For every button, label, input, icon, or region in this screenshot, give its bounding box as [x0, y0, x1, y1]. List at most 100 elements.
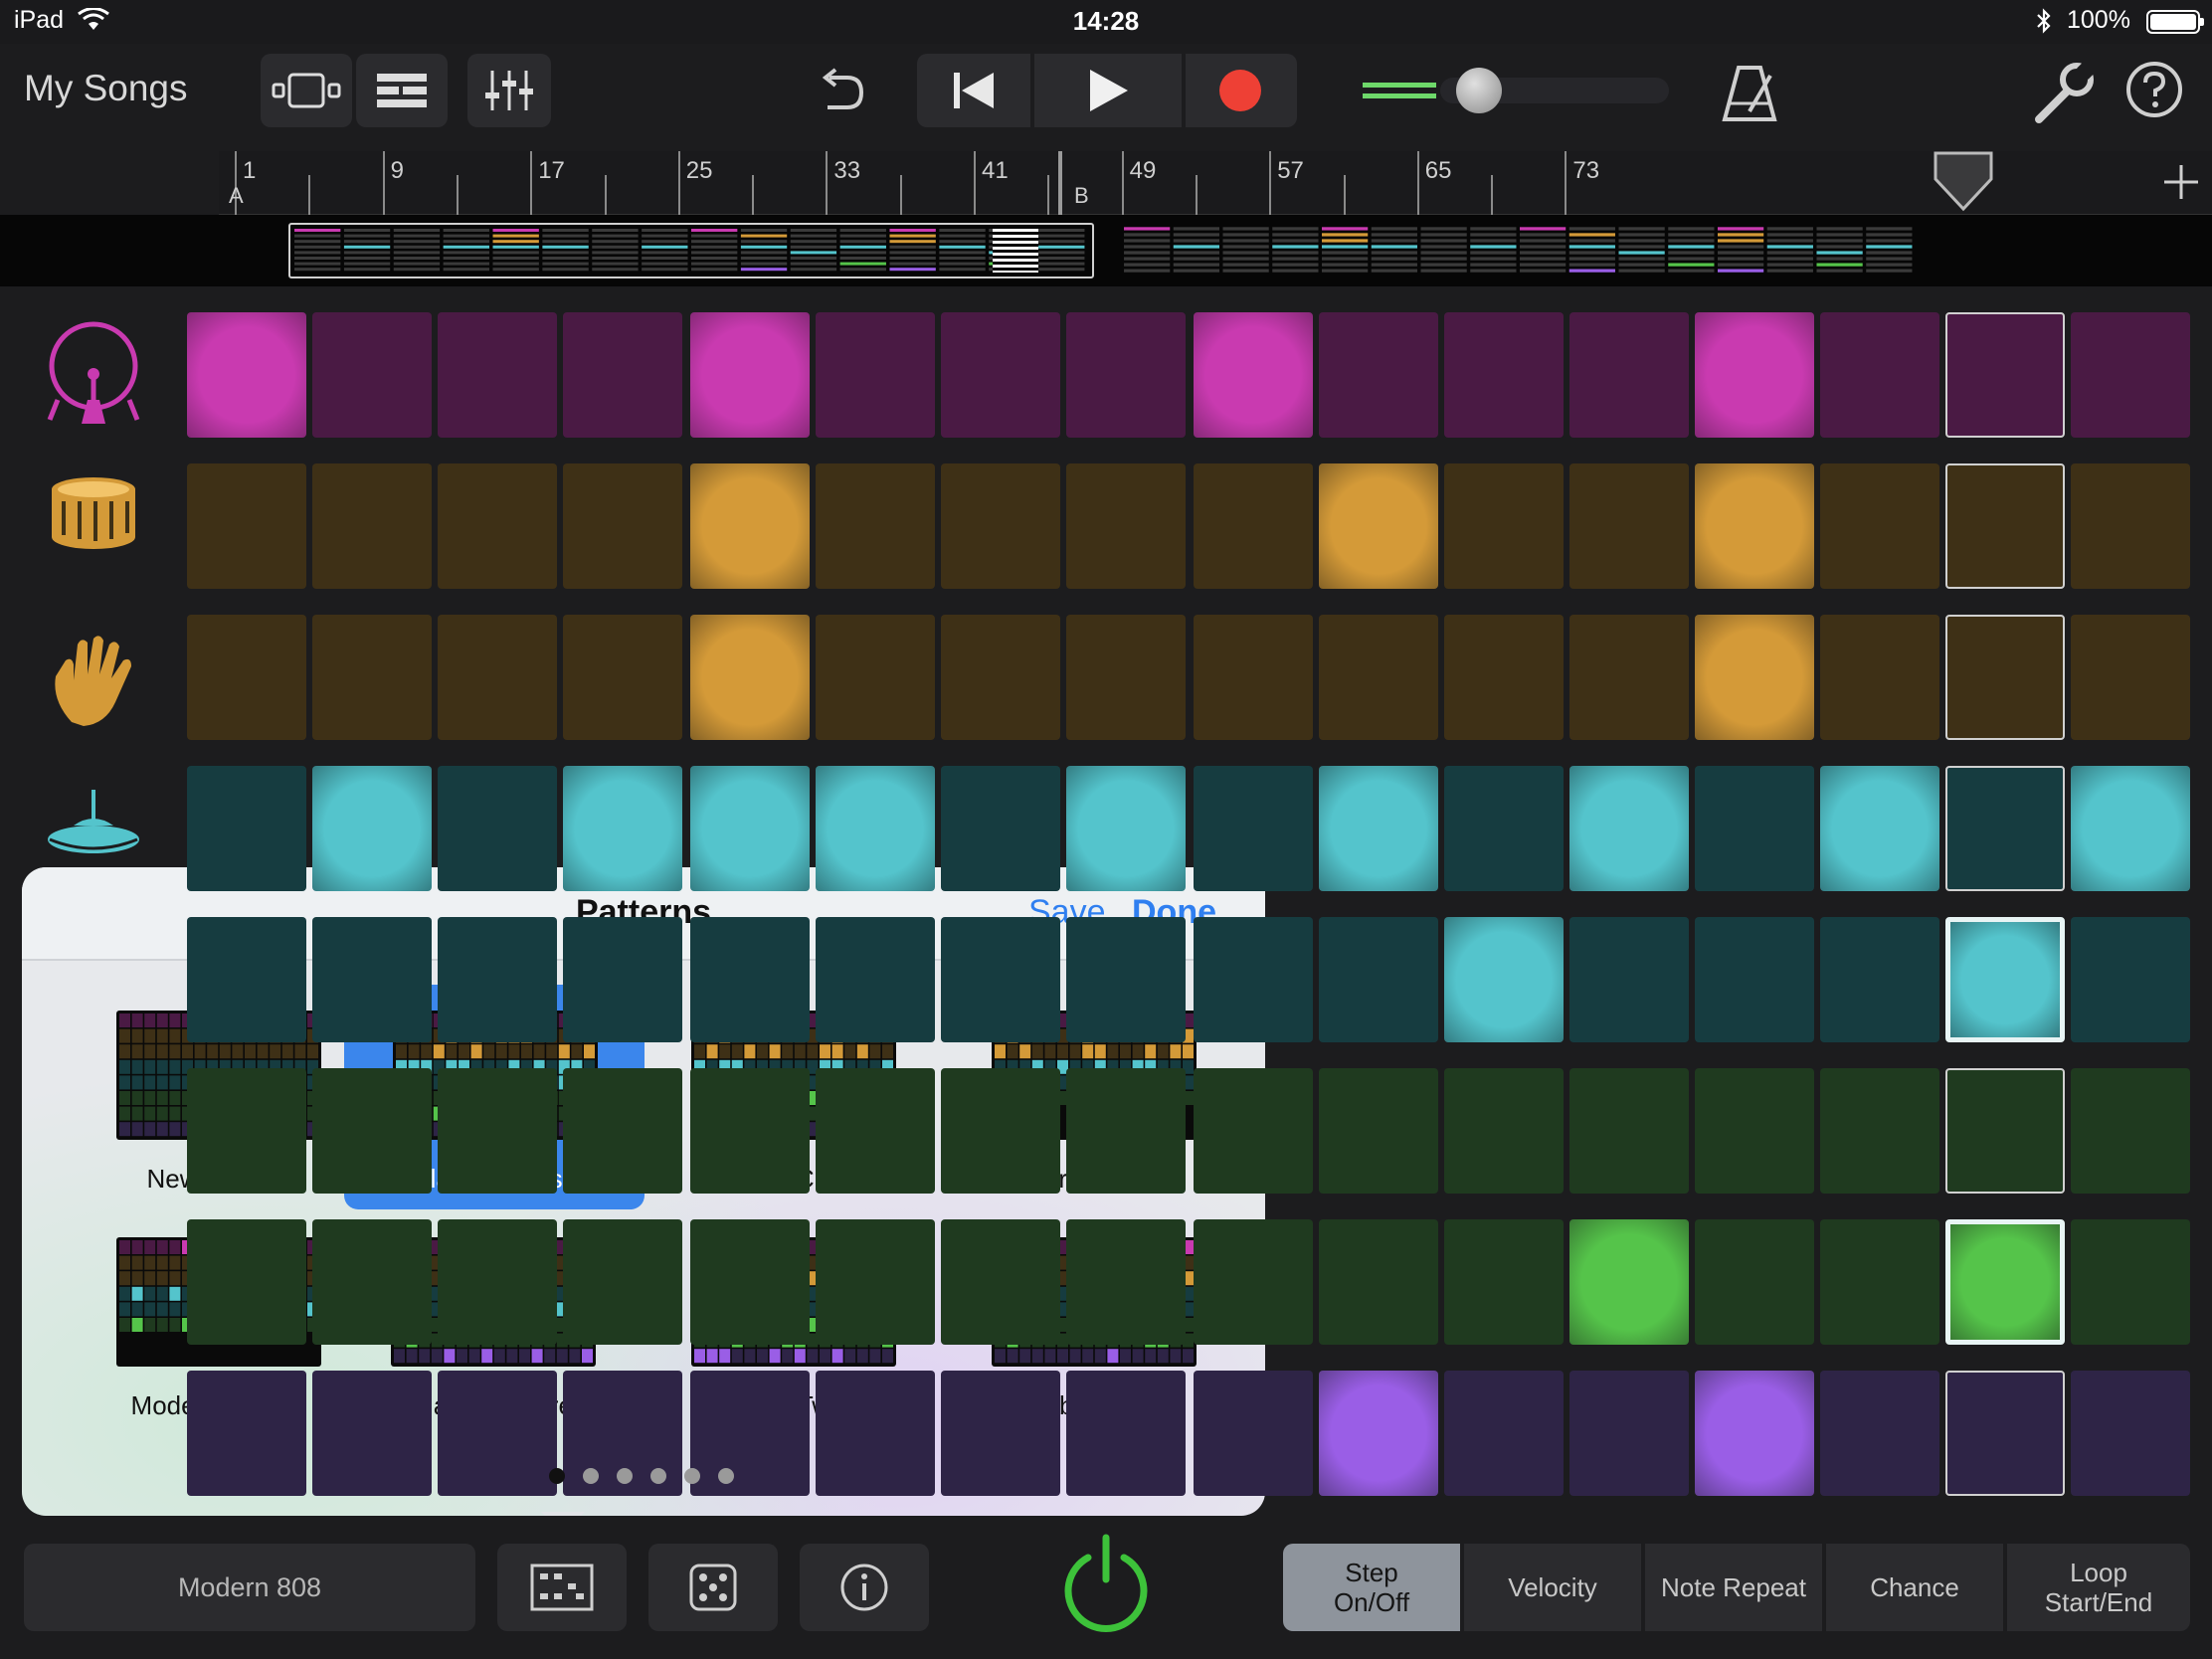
go-to-beginning-button[interactable] — [917, 54, 1030, 127]
step-cell[interactable] — [1319, 917, 1438, 1042]
volume-knob[interactable] — [1456, 68, 1502, 113]
step-cell[interactable] — [1945, 615, 2065, 740]
step-cell[interactable] — [1695, 766, 1814, 891]
step-cell[interactable] — [2071, 917, 2190, 1042]
patterns-button[interactable] — [497, 1544, 627, 1631]
wrench-icon[interactable] — [2029, 58, 2099, 127]
play-button[interactable] — [1034, 54, 1182, 127]
step-cell[interactable] — [1695, 1371, 1814, 1496]
mode-button[interactable]: Chance — [1826, 1544, 2003, 1631]
step-cell[interactable] — [2071, 463, 2190, 589]
step-cell[interactable] — [1569, 917, 1689, 1042]
record-button[interactable] — [1184, 54, 1297, 127]
step-cell[interactable] — [1066, 917, 1186, 1042]
step-cell[interactable] — [1066, 1371, 1186, 1496]
step-cell[interactable] — [1319, 1068, 1438, 1194]
step-cell[interactable] — [941, 766, 1060, 891]
step-cell[interactable] — [2071, 1068, 2190, 1194]
step-cell[interactable] — [1695, 1068, 1814, 1194]
step-cell[interactable] — [1945, 766, 2065, 891]
step-cell[interactable] — [1569, 1219, 1689, 1345]
step-cell[interactable] — [1695, 1219, 1814, 1345]
page-indicator-dot[interactable] — [718, 1468, 734, 1484]
step-cell[interactable] — [941, 1219, 1060, 1345]
step-cell[interactable] — [1695, 463, 1814, 589]
step-cell[interactable] — [1066, 463, 1186, 589]
step-cell[interactable] — [187, 615, 306, 740]
help-icon[interactable] — [2124, 60, 2184, 119]
step-cell[interactable] — [1569, 1068, 1689, 1194]
timeline-ruler[interactable]: 1 9 17 25 33 41 49 57 65 73 A B — [219, 151, 2212, 215]
add-section-icon[interactable] — [2158, 159, 2204, 205]
section-a-overview[interactable] — [288, 223, 1094, 278]
step-cell[interactable] — [941, 1068, 1060, 1194]
step-cell[interactable] — [1569, 615, 1689, 740]
step-cell[interactable] — [312, 312, 432, 438]
step-cell[interactable] — [312, 615, 432, 740]
step-cell[interactable] — [1066, 312, 1186, 438]
step-cell[interactable] — [1319, 312, 1438, 438]
step-cell[interactable] — [816, 463, 935, 589]
step-cell[interactable] — [187, 917, 306, 1042]
step-cell[interactable] — [1820, 463, 1939, 589]
step-cell[interactable] — [690, 766, 810, 891]
step-cell[interactable] — [563, 1068, 682, 1194]
step-cell[interactable] — [816, 917, 935, 1042]
step-cell[interactable] — [312, 1371, 432, 1496]
section-b-overview[interactable] — [1120, 223, 1920, 278]
step-cell[interactable] — [2071, 312, 2190, 438]
step-cell[interactable] — [438, 463, 557, 589]
mode-button[interactable]: Step On/Off — [1283, 1544, 1460, 1631]
step-cell[interactable] — [1194, 917, 1313, 1042]
step-cell[interactable] — [438, 1219, 557, 1345]
step-cell[interactable] — [1194, 1371, 1313, 1496]
step-cell[interactable] — [1194, 615, 1313, 740]
step-cell[interactable] — [1194, 1219, 1313, 1345]
step-cell[interactable] — [1194, 766, 1313, 891]
page-indicator-dot[interactable] — [583, 1468, 599, 1484]
step-cell[interactable] — [816, 766, 935, 891]
step-cell[interactable] — [563, 917, 682, 1042]
step-cell[interactable] — [1695, 312, 1814, 438]
step-cell[interactable] — [1066, 615, 1186, 740]
step-cell[interactable] — [1319, 766, 1438, 891]
step-cell[interactable] — [563, 1219, 682, 1345]
step-cell[interactable] — [816, 1068, 935, 1194]
step-cell[interactable] — [312, 917, 432, 1042]
step-cell[interactable] — [1695, 615, 1814, 740]
step-cell[interactable] — [690, 463, 810, 589]
step-cell[interactable] — [1820, 312, 1939, 438]
step-cell[interactable] — [690, 312, 810, 438]
step-cell[interactable] — [941, 1371, 1060, 1496]
step-cell[interactable] — [1444, 1219, 1564, 1345]
hihat-icon[interactable] — [44, 786, 143, 870]
step-cell[interactable] — [312, 463, 432, 589]
step-cell[interactable] — [1820, 766, 1939, 891]
step-cell[interactable] — [1945, 1068, 2065, 1194]
step-cell[interactable] — [1695, 917, 1814, 1042]
step-cell[interactable] — [1319, 615, 1438, 740]
step-cell[interactable] — [1945, 463, 2065, 589]
step-cell[interactable] — [1444, 766, 1564, 891]
page-indicator-dot[interactable] — [617, 1468, 633, 1484]
step-cell[interactable] — [1945, 1371, 2065, 1496]
step-cell[interactable] — [1319, 463, 1438, 589]
step-cell[interactable] — [816, 312, 935, 438]
step-cell[interactable] — [1444, 463, 1564, 589]
undo-button[interactable] — [806, 58, 875, 123]
step-cell[interactable] — [187, 766, 306, 891]
step-cell[interactable] — [1194, 312, 1313, 438]
step-cell[interactable] — [438, 615, 557, 740]
mode-button[interactable]: Velocity — [1464, 1544, 1641, 1631]
step-cell[interactable] — [816, 615, 935, 740]
step-cell[interactable] — [187, 463, 306, 589]
mixer-button[interactable] — [467, 54, 551, 127]
step-cell[interactable] — [563, 766, 682, 891]
clap-icon[interactable] — [44, 631, 143, 735]
step-cell[interactable] — [1569, 1371, 1689, 1496]
step-cell[interactable] — [187, 1371, 306, 1496]
step-cell[interactable] — [563, 312, 682, 438]
drum-kit-button[interactable]: Modern 808 — [24, 1544, 475, 1631]
step-cell[interactable] — [312, 766, 432, 891]
step-cell[interactable] — [1066, 766, 1186, 891]
